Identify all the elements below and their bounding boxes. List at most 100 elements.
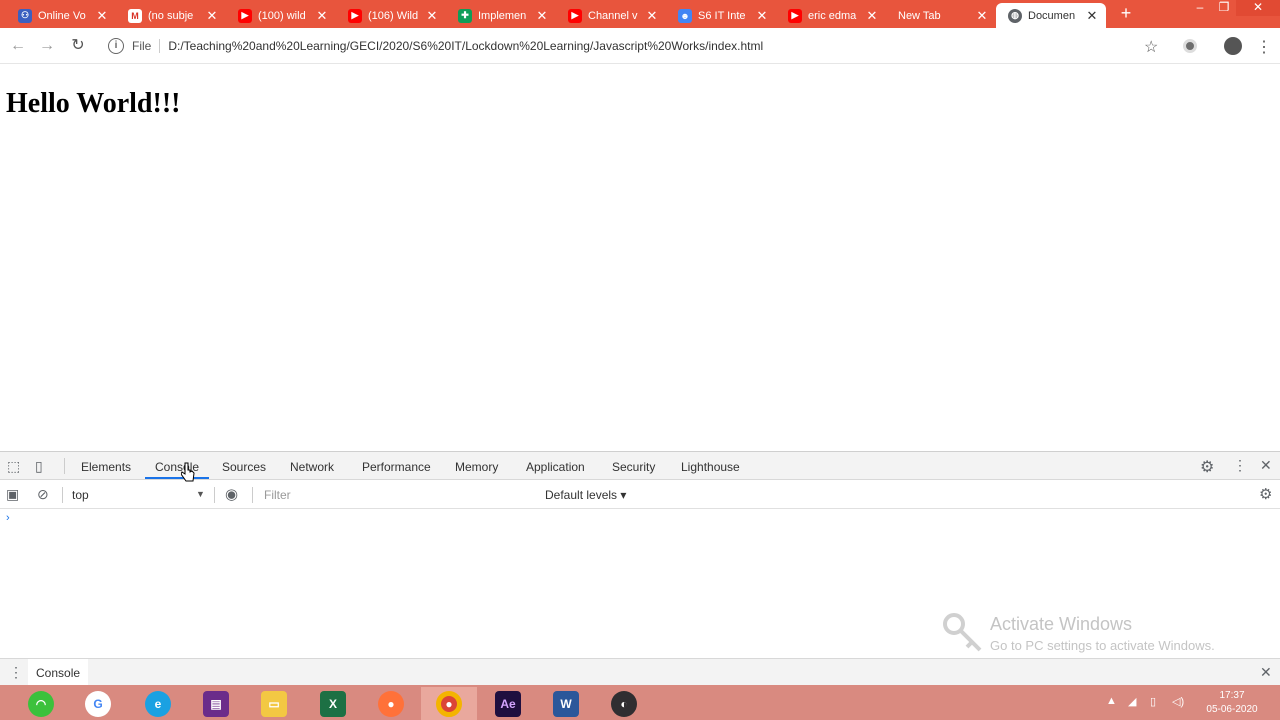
mouse-cursor-icon [181, 462, 195, 482]
obs-icon[interactable]: ◐ [596, 687, 652, 720]
profile-avatar-icon[interactable] [1224, 37, 1242, 55]
device-toolbar-icon[interactable]: ▯ [35, 458, 43, 475]
key-icon [943, 613, 982, 652]
team-icon: ⚇ [18, 8, 32, 23]
file-explorer-icon[interactable]: ▭ [246, 687, 302, 720]
settings-gear-icon[interactable]: ⚙ [1200, 457, 1214, 477]
minimize-icon[interactable]: – [1188, 0, 1212, 16]
reload-icon[interactable]: ↻ [69, 37, 87, 55]
google-icon[interactable]: G [70, 687, 126, 720]
console-toolbar: ▣ ⊘ top ▼ ◉ Filter Default levels ▾ ⚙ [0, 480, 1280, 509]
browser-tab[interactable]: ▶ (100) wild ✕ [226, 3, 336, 28]
taskbar-clock[interactable]: 17:37 05-06-2020 [1200, 689, 1264, 717]
close-tab-icon[interactable]: ✕ [534, 8, 550, 24]
tab-label: S6 IT Inte [698, 9, 746, 22]
tab-performance[interactable]: Performance [362, 460, 431, 474]
youtube-icon: ▶ [788, 8, 802, 23]
tab-security[interactable]: Security [612, 460, 655, 474]
devtools-menu-icon[interactable]: ⋮ [1233, 457, 1247, 474]
extension-icon[interactable] [1183, 39, 1197, 53]
close-tab-icon[interactable]: ✕ [1084, 8, 1100, 24]
wifi-icon[interactable]: ◠ [13, 687, 69, 720]
tab-label: (100) wild [258, 9, 306, 22]
back-icon[interactable]: ← [9, 37, 27, 55]
close-tab-icon[interactable]: ✕ [864, 8, 880, 24]
browser-tab[interactable]: ☻ S6 IT Inte ✕ [666, 3, 776, 28]
close-tab-icon[interactable]: ✕ [314, 8, 330, 24]
drawer-close-icon[interactable]: ✕ [1260, 664, 1272, 681]
drawer-menu-icon[interactable]: ⋮ [9, 664, 23, 681]
tab-label: New Tab [898, 9, 941, 22]
divider [62, 487, 63, 503]
tab-memory[interactable]: Memory [455, 460, 498, 474]
battery-icon[interactable]: ▯ [1150, 695, 1156, 708]
excel-icon[interactable]: X [305, 687, 361, 720]
ie-icon[interactable]: e [130, 687, 186, 720]
winrar-icon[interactable]: ▤ [188, 687, 244, 720]
close-tab-icon[interactable]: ✕ [974, 8, 990, 24]
browser-tab[interactable]: ▶ (106) Wild ✕ [336, 3, 446, 28]
tab-elements[interactable]: Elements [81, 460, 131, 474]
browser-tab[interactable]: ✚ Implemen ✕ [446, 3, 556, 28]
tab-lighthouse[interactable]: Lighthouse [681, 460, 740, 474]
close-tab-icon[interactable]: ✕ [644, 8, 660, 24]
divider [64, 458, 65, 474]
browser-toolbar: ← → ↻ i File D:/Teaching%20and%20Learnin… [0, 28, 1280, 64]
url-text[interactable]: D:/Teaching%20and%20Learning/GECI/2020/S… [168, 39, 763, 53]
word-icon[interactable]: W [538, 687, 594, 720]
sidebar-toggle-icon[interactable]: ▣ [6, 486, 19, 503]
network-signal-icon[interactable]: ◢ [1128, 695, 1136, 708]
youtube-icon: ▶ [348, 8, 362, 23]
close-tab-icon[interactable]: ✕ [424, 8, 440, 24]
screen: ⚇ Online Vo ✕ M (no subje ✕ ▶ (100) wild… [0, 0, 1280, 720]
browser-tab[interactable]: ⚇ Online Vo ✕ [6, 3, 116, 28]
window-close-icon[interactable]: ✕ [1236, 0, 1280, 16]
page-viewport: Hello World!!! [0, 64, 1280, 451]
divider [214, 487, 215, 503]
tab-sources[interactable]: Sources [222, 460, 266, 474]
close-tab-icon[interactable]: ✕ [754, 8, 770, 24]
clock-time: 17:37 [1219, 690, 1245, 701]
log-levels-dropdown[interactable]: Default levels ▾ [545, 488, 626, 502]
console-settings-gear-icon[interactable]: ⚙ [1259, 485, 1272, 503]
address-bar[interactable]: i File D:/Teaching%20and%20Learning/GECI… [102, 33, 1172, 59]
info-icon[interactable]: i [108, 38, 124, 54]
url-scheme-label: File [132, 39, 161, 53]
close-tab-icon[interactable]: ✕ [204, 8, 220, 24]
console-filter-input[interactable]: Filter [258, 485, 534, 505]
browser-tab[interactable]: New Tab ✕ [886, 3, 996, 28]
devtools-close-icon[interactable]: ✕ [1260, 457, 1272, 474]
active-tab-indicator [145, 477, 209, 479]
browser-tab[interactable]: ▶ Channel v ✕ [556, 3, 666, 28]
inspect-element-icon[interactable]: ⬚ [7, 458, 20, 475]
after-effects-icon[interactable]: Ae [480, 687, 536, 720]
chevron-down-icon[interactable]: ▼ [196, 489, 205, 499]
chrome-icon[interactable]: ● [421, 687, 477, 720]
activate-windows-title: Activate Windows [990, 614, 1133, 634]
close-tab-icon[interactable]: ✕ [94, 8, 110, 24]
restore-icon[interactable]: ❐ [1212, 0, 1236, 16]
clock-date: 05-06-2020 [1206, 704, 1258, 715]
gmail-icon: M [128, 8, 142, 23]
new-tab-button[interactable]: + [1116, 4, 1136, 24]
browser-tab-active[interactable]: ◍ Documen ✕ [996, 3, 1106, 28]
forward-icon[interactable]: → [38, 37, 56, 55]
tray-chevron-up-icon[interactable]: ▲ [1106, 695, 1117, 707]
clear-console-icon[interactable]: ⊘ [37, 486, 49, 503]
volume-icon[interactable]: ◁) [1172, 695, 1184, 708]
youtube-icon: ▶ [238, 8, 252, 23]
drawer-tab-console[interactable]: Console [28, 659, 89, 687]
tab-label: (no subje [148, 9, 194, 22]
tab-network[interactable]: Network [290, 460, 334, 474]
tab-label: (106) Wild [368, 9, 419, 22]
browser-tab[interactable]: M (no subje ✕ [116, 3, 226, 28]
eye-icon[interactable]: ◉ [225, 485, 238, 503]
browser-tab[interactable]: ▶ eric edma ✕ [776, 3, 886, 28]
tab-application[interactable]: Application [526, 460, 585, 474]
firefox-icon[interactable]: ● [363, 687, 419, 720]
bookmark-star-icon[interactable]: ☆ [1144, 37, 1158, 57]
console-prompt[interactable]: › [6, 512, 10, 524]
more-menu-icon[interactable]: ⋮ [1256, 37, 1272, 57]
sheets-plus-icon: ✚ [458, 8, 472, 23]
context-selector[interactable]: top [72, 488, 89, 502]
